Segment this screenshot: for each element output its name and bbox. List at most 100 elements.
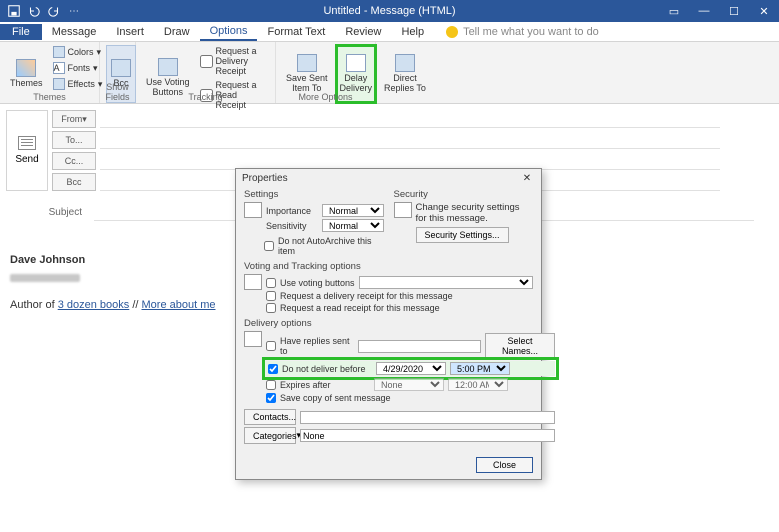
delivery-receipt-checkbox[interactable]: Request a Delivery Receipt (198, 45, 269, 77)
colors-button[interactable]: Colors ▾ (51, 45, 105, 59)
categories-input[interactable] (300, 429, 555, 442)
signature-link-about[interactable]: More about me (142, 299, 216, 311)
window-controls: ▭ — ☐ ✕ (659, 0, 779, 22)
expires-time-select[interactable]: 12:00 AM (448, 378, 508, 391)
fonts-icon: A (53, 62, 65, 74)
importance-select[interactable]: Normal (322, 204, 384, 217)
dialog-footer: Close (236, 451, 541, 479)
maximize-button[interactable]: ☐ (719, 0, 749, 22)
delay-delivery-icon (346, 54, 366, 72)
autoarchive-checkbox[interactable] (264, 241, 274, 251)
group-label-tracking: Tracking (136, 92, 275, 103)
importance-label: Importance (266, 206, 318, 216)
have-replies-label: Have replies sent to (280, 336, 354, 356)
security-text: Change security settings for this messag… (416, 202, 534, 224)
send-button[interactable]: Send (6, 110, 48, 191)
ribbon-group-tracking: Use Voting Buttons Request a Delivery Re… (136, 42, 276, 103)
req-read-checkbox[interactable] (266, 303, 276, 313)
fonts-button[interactable]: AFonts ▾ (51, 61, 105, 75)
close-dialog-button[interactable]: Close (476, 457, 533, 473)
effects-button[interactable]: Effects ▾ (51, 77, 105, 91)
colors-icon (53, 46, 65, 58)
save-sent-icon (297, 54, 317, 72)
bulb-icon (446, 26, 458, 38)
redacted-line (10, 274, 80, 282)
have-replies-input[interactable] (358, 340, 481, 353)
ribbon-tabs: File Message Insert Draw Options Format … (0, 22, 779, 42)
ribbon-options-icon[interactable]: ▭ (659, 0, 689, 22)
use-voting-checkbox[interactable] (266, 278, 276, 288)
ribbon-group-showfields: Bcc Show Fields (100, 42, 136, 103)
undo-icon[interactable] (26, 3, 42, 19)
close-button[interactable]: ✕ (749, 0, 779, 22)
minimize-button[interactable]: — (689, 0, 719, 22)
tab-review[interactable]: Review (335, 24, 391, 40)
to-button[interactable]: To... (52, 131, 96, 149)
signature-name: Dave Johnson (10, 254, 85, 266)
tab-insert[interactable]: Insert (106, 24, 154, 40)
tab-message[interactable]: Message (42, 24, 107, 40)
delivery-section: Delivery options Have replies sent to Se… (244, 318, 555, 446)
expires-checkbox[interactable] (266, 380, 276, 390)
security-settings-button[interactable]: Security Settings... (416, 227, 509, 243)
contacts-input[interactable] (300, 411, 555, 424)
save-copy-checkbox[interactable] (266, 393, 276, 403)
themes-label: Themes (10, 79, 43, 89)
dialog-close-button[interactable]: ✕ (519, 171, 535, 185)
autoarchive-label: Do not AutoArchive this item (278, 236, 384, 256)
from-field[interactable] (100, 110, 720, 128)
categories-button[interactable]: Categories▾ (244, 427, 296, 444)
select-names-button[interactable]: Select Names... (485, 333, 555, 359)
voting-section: Voting and Tracking options Use voting b… (244, 261, 533, 315)
tab-file[interactable]: File (0, 24, 42, 40)
sensitivity-select[interactable]: Normal (322, 219, 384, 232)
qat-area: ⋯ (0, 3, 82, 19)
deliver-date-select[interactable]: 4/29/2020 (376, 362, 446, 375)
subject-label: Subject (10, 207, 90, 218)
use-voting-label: Use voting buttons (280, 278, 355, 288)
from-button[interactable]: From ▾ (52, 110, 96, 128)
tab-help[interactable]: Help (391, 24, 434, 40)
delivery-section-icon (244, 331, 262, 347)
save-copy-label: Save copy of sent message (280, 393, 391, 403)
security-label: Security (394, 189, 534, 200)
send-icon (18, 136, 36, 150)
expires-date-select[interactable]: None (374, 378, 444, 391)
signature-link-books[interactable]: 3 dozen books (58, 299, 130, 311)
do-not-deliver-row: Do not deliver before 4/29/2020 5:00 PM (266, 361, 555, 376)
settings-icon (244, 202, 262, 218)
tab-draw[interactable]: Draw (154, 24, 200, 40)
voting-options-select[interactable] (359, 276, 533, 289)
tab-options[interactable]: Options (200, 23, 258, 41)
voting-section-icon (244, 274, 262, 290)
titlebar: ⋯ Untitled - Message (HTML) ▭ — ☐ ✕ (0, 0, 779, 22)
effects-icon (53, 78, 65, 90)
do-not-deliver-label: Do not deliver before (282, 364, 372, 374)
do-not-deliver-checkbox[interactable] (268, 364, 278, 374)
bcc-field-button[interactable]: Bcc (52, 173, 96, 191)
bcc-icon (111, 59, 131, 77)
tell-me-search[interactable]: Tell me what you want to do (446, 26, 599, 38)
group-label-themes: Themes (0, 92, 99, 103)
settings-section: Settings ImportanceNormal SensitivityNor… (244, 189, 384, 258)
req-delivery-checkbox[interactable] (266, 291, 276, 301)
contacts-button[interactable]: Contacts... (244, 409, 296, 425)
deliver-time-select[interactable]: 5:00 PM (450, 362, 510, 375)
security-icon (394, 202, 412, 218)
ribbon: Themes Colors ▾ AFonts ▾ Effects ▾ Page … (0, 42, 779, 104)
save-icon[interactable] (6, 3, 22, 19)
signature-author-prefix: Author of (10, 299, 58, 311)
have-replies-checkbox[interactable] (266, 341, 276, 351)
direct-replies-button[interactable]: Direct Replies To (380, 45, 430, 103)
cc-button[interactable]: Cc... (52, 152, 96, 170)
to-field[interactable] (100, 131, 720, 149)
tab-format-text[interactable]: Format Text (257, 24, 335, 40)
security-section: Security Change security settings for th… (394, 189, 534, 258)
qat-more-icon[interactable]: ⋯ (66, 3, 82, 19)
group-label-more: More Options (276, 92, 375, 103)
properties-dialog: Properties ✕ Settings ImportanceNormal S… (235, 168, 542, 480)
sensitivity-label: Sensitivity (266, 221, 318, 231)
req-delivery-label: Request a delivery receipt for this mess… (280, 291, 453, 301)
group-label-showfields: Show Fields (100, 82, 135, 103)
redo-icon[interactable] (46, 3, 62, 19)
